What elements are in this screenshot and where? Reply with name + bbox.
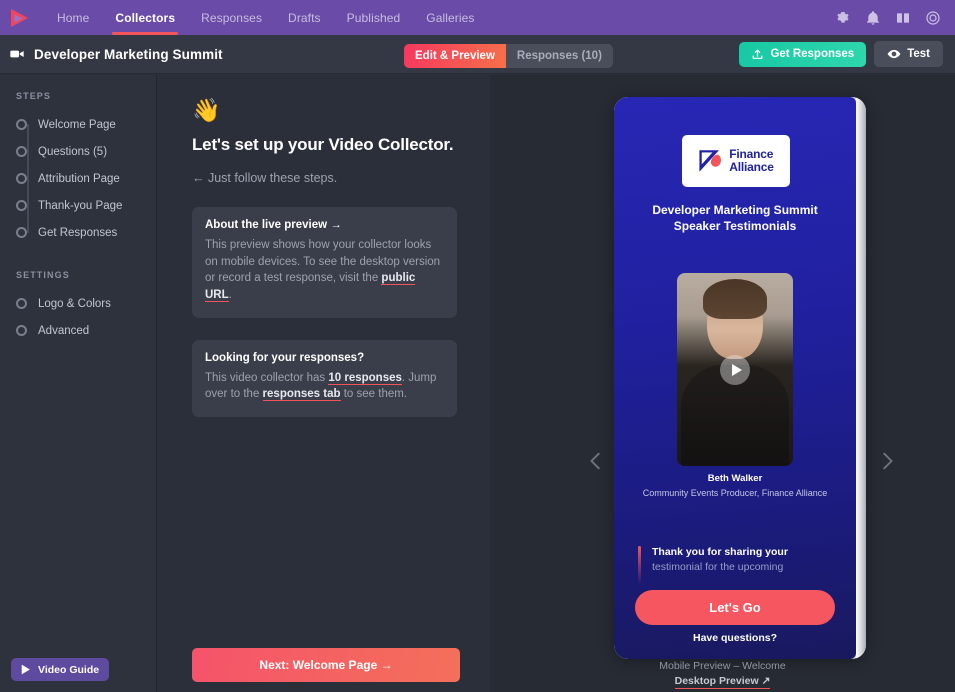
sidebar-steps-heading: STEPS [16,91,52,101]
sidebar-item-label: Thank-you Page [38,199,123,212]
brand-logo[interactable] [6,5,32,31]
eye-icon [887,49,901,59]
main-subheading: ← Just follow these steps. [192,171,338,185]
tab-responses[interactable]: Responses (10) [506,44,613,68]
step-dot-icon [16,173,27,184]
sidebar-item-advanced[interactable]: Advanced [0,317,156,344]
tab-edit-preview[interactable]: Edit & Preview [404,44,506,69]
test-button[interactable]: Test [874,41,943,67]
chevron-left-icon[interactable] [585,450,607,472]
next-welcome-page-button[interactable]: Next: Welcome Page → [192,648,460,682]
finance-alliance-logo: Finance Alliance [682,135,790,187]
video-guide-button[interactable]: Video Guide [11,658,110,681]
nav-link-collectors[interactable]: Collectors [102,0,188,35]
finance-alliance-wordmark: Finance Alliance [729,148,774,174]
responses-tab-link[interactable]: responses tab [262,388,341,402]
responses-count-link[interactable]: 10 responses [328,371,402,385]
step-dot-icon [16,119,27,130]
nav-link-galleries[interactable]: Galleries [413,0,487,35]
brand-line-2: Alliance [729,160,774,174]
get-responses-button[interactable]: Get Responses [739,41,867,67]
chevron-right-icon[interactable] [876,450,898,472]
sidebar-settings-block: SETTINGS Logo & Colors Advanced [0,270,156,344]
play-button[interactable] [720,355,750,385]
play-icon [731,364,742,376]
page-title: Developer Marketing Summit [34,46,223,62]
sidebar-item-label: Get Responses [38,226,118,239]
card-body: This video collector has 10 responses. J… [205,370,444,403]
settings-dot-icon [16,298,27,309]
test-label: Test [907,48,930,60]
account-icon[interactable] [925,10,941,26]
sidebar-item-label: Advanced [38,324,90,337]
speaker-name: Beth Walker [707,473,763,484]
mobile-preview-frame: Finance Alliance Developer Marketing Sum… [614,97,866,659]
sidebar-item-questions[interactable]: Questions (5) [0,138,156,165]
welcome-message-block: Thank you for sharing your testimonial f… [638,546,838,584]
card2-text-before: This video collector has [205,371,329,384]
main-heading: Let's set up your Video Collector. [192,135,454,154]
nav-link-published[interactable]: Published [334,0,414,35]
sidebar-settings-heading: SETTINGS [16,270,70,280]
card-looking-for-responses: Looking for your responses? This video c… [192,339,457,418]
nav-icon-group [835,10,955,26]
sidebar-item-get-responses[interactable]: Get Responses [0,219,156,246]
video-guide-label: Video Guide [38,663,100,676]
accent-bar [638,546,641,584]
mobile-preview-screen: Finance Alliance Developer Marketing Sum… [614,97,856,659]
speaker-role: Community Events Producer, Finance Allia… [642,488,828,498]
top-navigation-bar: Home Collectors Responses Drafts Publish… [0,0,955,35]
sidebar-item-logo-colors[interactable]: Logo & Colors [0,290,156,317]
get-responses-label: Get Responses [770,48,855,60]
preview-video-thumbnail[interactable] [677,273,793,466]
sidebar: STEPS Welcome Page Questions (5) Attribu… [0,75,157,692]
sidebar-steps-list: Welcome Page Questions (5) Attribution P… [0,111,156,246]
lets-go-button[interactable]: Let's Go [635,590,835,625]
nav-link-drafts[interactable]: Drafts [275,0,334,35]
card-title: About the live preview → [205,219,342,231]
video-subject-hair [703,279,767,319]
app-root: Home Collectors Responses Drafts Publish… [0,0,955,692]
main-content: 👋 Let's set up your Video Collector. ← J… [157,75,490,692]
sidebar-item-label: Attribution Page [38,172,120,185]
book-icon[interactable] [895,10,911,26]
subheader-actions: Get Responses Test [739,41,955,67]
sidebar-item-label: Questions (5) [38,145,108,158]
desktop-preview-label: Desktop Preview ↗ [674,675,771,689]
sidebar-item-thank-you-page[interactable]: Thank-you Page [0,192,156,219]
have-questions-link[interactable]: Have questions? [635,632,835,644]
sidebar-item-attribution-page[interactable]: Attribution Page [0,165,156,192]
gear-icon[interactable] [835,10,851,26]
card-title: Looking for your responses? [205,351,365,364]
preview-caption: Mobile Preview – Welcome [659,660,786,672]
nav-links: Home Collectors Responses Drafts Publish… [44,0,488,35]
step-dot-icon [16,200,27,211]
step-dot-icon [16,227,27,238]
play-icon [21,664,30,675]
mode-tab-group: Edit & Preview Responses (10) [404,44,613,69]
card2-text-after: to see them. [340,388,408,401]
settings-dot-icon [16,325,27,336]
sidebar-item-welcome-page[interactable]: Welcome Page [0,111,156,138]
bell-icon[interactable] [865,10,881,26]
step-dot-icon [16,146,27,157]
desktop-preview-link[interactable]: Desktop Preview ↗ [490,675,955,689]
preview-pane: Finance Alliance Developer Marketing Sum… [490,75,955,692]
upload-icon [753,49,763,59]
welcome-message-line-2: testimonial for the upcoming [652,561,784,573]
sidebar-item-label: Logo & Colors [38,297,111,310]
nav-link-responses[interactable]: Responses [188,0,275,35]
collector-preview-title: Developer Marketing Summit Speaker Testi… [652,203,818,234]
welcome-message-line-1: Thank you for sharing your [652,546,788,558]
nav-link-home[interactable]: Home [44,0,102,35]
wave-emoji-icon: 👋 [192,97,221,123]
card-body: This preview shows how your collector lo… [205,237,444,304]
video-camera-icon [9,46,25,62]
sidebar-item-label: Welcome Page [38,118,116,131]
card1-text-after: . [228,289,232,302]
phone-bezel [856,97,866,659]
finance-alliance-mark-icon [699,150,722,172]
card-about-live-preview: About the live preview → This preview sh… [192,207,457,318]
